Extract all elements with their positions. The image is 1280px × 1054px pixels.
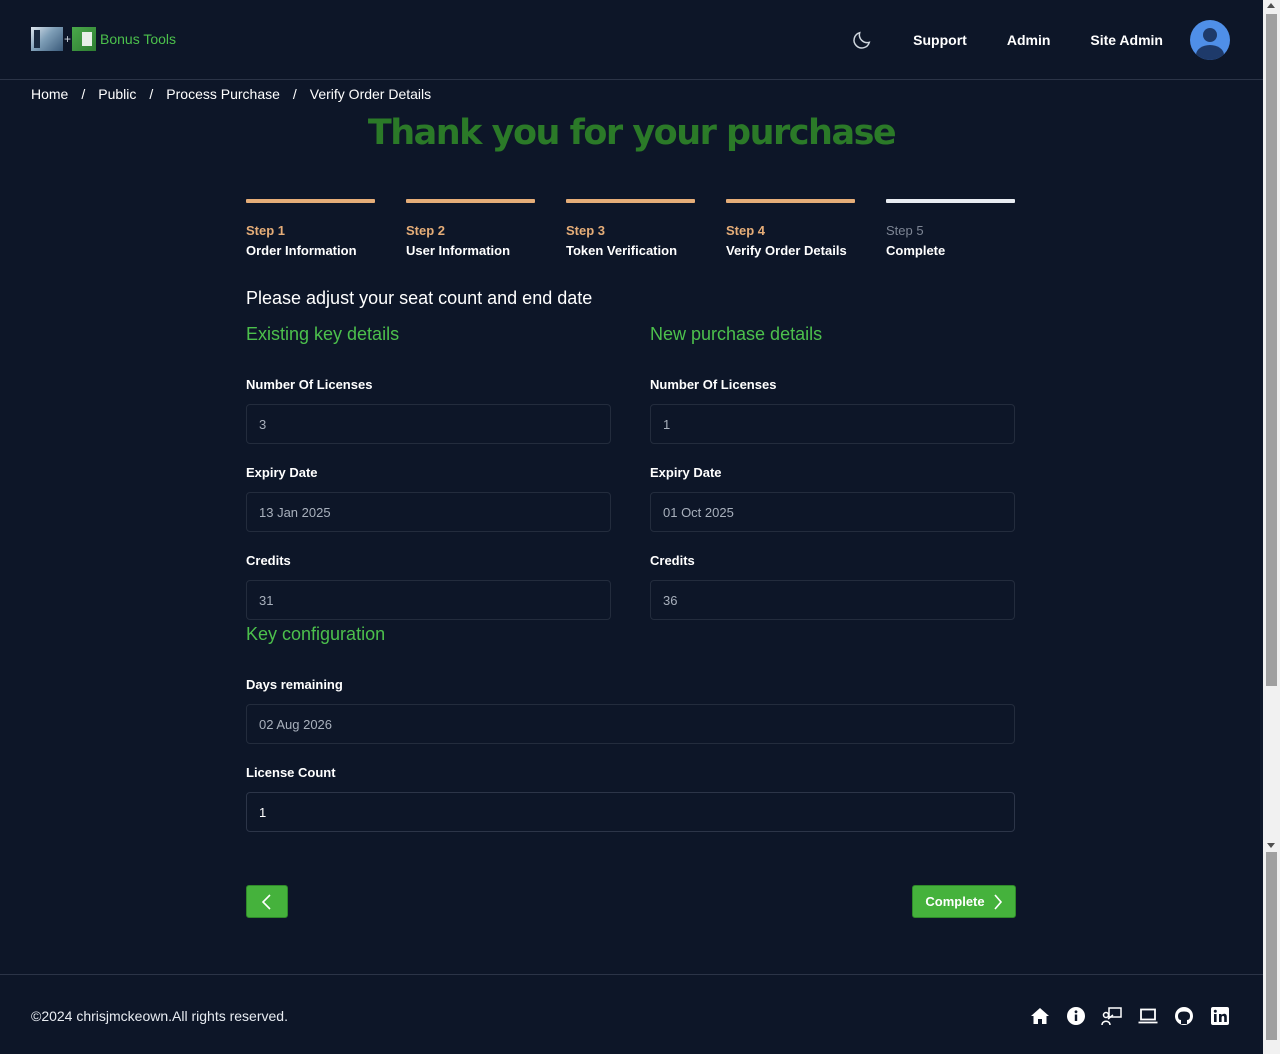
step-number: Step 3 — [566, 223, 606, 238]
footer: ©2024 chrisjmckeown.All rights reserved. — [0, 974, 1263, 1054]
key-config-title: Key configuration — [246, 624, 386, 644]
breadcrumb-process-purchase[interactable]: Process Purchase — [166, 86, 280, 102]
chevron-left-icon — [261, 893, 271, 910]
breadcrumb-public[interactable]: Public — [98, 86, 136, 102]
days-remaining-label: Days remaining — [246, 677, 343, 692]
form-subheading: Please adjust your seat count and end da… — [246, 288, 593, 308]
existing-credits-field: 31 — [246, 580, 611, 620]
brand-logo[interactable]: + Bonus Tools — [31, 27, 176, 51]
days-remaining-field[interactable]: 02 Aug 2026 — [246, 704, 1015, 744]
brand-name: Bonus Tools — [100, 31, 177, 47]
step-bar — [726, 199, 855, 203]
new-expiry-field: 01 Oct 2025 — [650, 492, 1015, 532]
existing-expiry-field: 13 Jan 2025 — [246, 492, 611, 532]
step-bar — [246, 199, 375, 203]
chevron-right-icon — [994, 893, 1002, 910]
license-count-label: License Count — [246, 765, 336, 780]
breadcrumb-separator: / — [292, 86, 297, 102]
scroll-up-arrow-icon[interactable] — [1267, 3, 1275, 8]
page-title: Thank you for your purchase — [367, 113, 897, 153]
step-3: Step 3 Token Verification — [566, 199, 695, 258]
scroll-down-arrow-icon[interactable] — [1267, 843, 1275, 848]
back-button[interactable] — [246, 885, 288, 918]
moon-icon[interactable] — [851, 29, 873, 51]
breadcrumb-current: Verify Order Details — [309, 86, 432, 102]
github-icon[interactable] — [1173, 1005, 1195, 1027]
page: + Bonus Tools Support Admin Site Admin H… — [0, 0, 1263, 1054]
step-name: Verify Order Details — [726, 243, 847, 258]
breadcrumb-separator: / — [149, 86, 154, 102]
new-licenses-label: Number Of Licenses — [650, 377, 777, 392]
step-4: Step 4 Verify Order Details — [726, 199, 855, 258]
step-name: Token Verification — [566, 243, 678, 258]
complete-button[interactable]: Complete — [912, 885, 1016, 918]
stepper: Step 1 Order Information Step 2 User Inf… — [246, 199, 1015, 258]
nav-site-admin[interactable]: Site Admin — [1090, 32, 1163, 48]
scrollbar-lower-track[interactable] — [1266, 852, 1277, 1040]
presentation-icon[interactable] — [1101, 1005, 1123, 1027]
existing-credits-label: Credits — [246, 553, 291, 568]
logo-plus: + — [64, 32, 72, 46]
step-2: Step 2 User Information — [406, 199, 535, 258]
step-number: Step 5 — [886, 223, 924, 238]
home-icon[interactable] — [1029, 1005, 1051, 1027]
logo-t-image — [72, 27, 97, 51]
step-1: Step 1 Order Information — [246, 199, 375, 258]
user-avatar[interactable] — [1190, 20, 1230, 60]
laptop-icon[interactable] — [1137, 1005, 1159, 1027]
new-expiry-label: Expiry Date — [650, 465, 722, 480]
step-bar — [406, 199, 535, 203]
nav-menu: Support Admin Site Admin — [851, 20, 1230, 60]
step-5: Step 5 Complete — [886, 199, 1015, 258]
existing-licenses-label: Number Of Licenses — [246, 377, 373, 392]
nav-admin[interactable]: Admin — [1007, 32, 1051, 48]
breadcrumb-home[interactable]: Home — [31, 86, 68, 102]
existing-expiry-label: Expiry Date — [246, 465, 318, 480]
existing-licenses-field: 3 — [246, 404, 611, 444]
step-number: Step 2 — [406, 223, 446, 238]
scrollbar-thumb[interactable] — [1266, 14, 1277, 686]
step-name: Complete — [886, 243, 946, 258]
logo-k-image — [31, 27, 63, 51]
breadcrumb: Home / Public / Process Purchase / Verif… — [31, 86, 431, 102]
nav-support[interactable]: Support — [913, 32, 967, 48]
step-number: Step 4 — [726, 223, 766, 238]
new-purchase-title: New purchase details — [650, 324, 823, 344]
linkedin-icon[interactable] — [1209, 1005, 1231, 1027]
new-licenses-field: 1 — [650, 404, 1015, 444]
copyright-text: ©2024 chrisjmckeown.All rights reserved. — [31, 1008, 288, 1024]
step-name: User Information — [406, 243, 511, 258]
info-icon[interactable] — [1065, 1005, 1087, 1027]
step-bar — [566, 199, 695, 203]
top-navbar: + Bonus Tools Support Admin Site Admin — [0, 0, 1263, 80]
new-credits-field: 36 — [650, 580, 1015, 620]
footer-icon-links — [1015, 1005, 1231, 1027]
license-count-input[interactable]: 1 — [246, 792, 1015, 832]
step-number: Step 1 — [246, 223, 286, 238]
complete-button-label: Complete — [925, 894, 985, 909]
step-bar — [886, 199, 1015, 203]
existing-key-title: Existing key details — [246, 324, 400, 344]
step-name: Order Information — [246, 243, 357, 258]
breadcrumb-separator: / — [81, 86, 86, 102]
new-credits-label: Credits — [650, 553, 695, 568]
